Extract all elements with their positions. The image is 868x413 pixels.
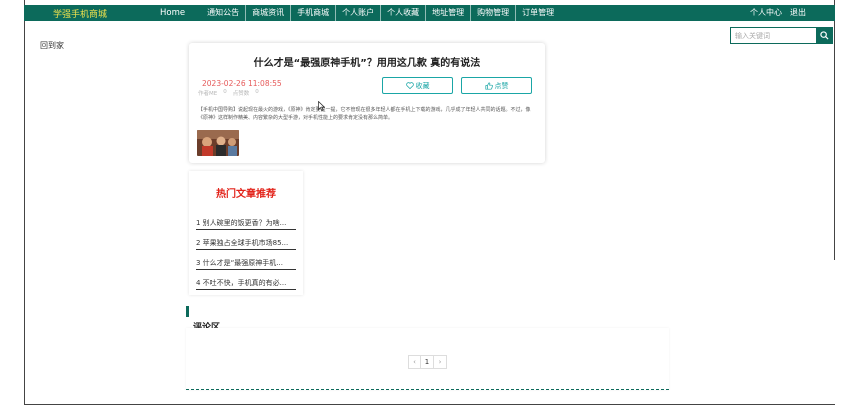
frame-bottom-line <box>24 404 835 405</box>
article-body: 【手机中国导购】说起现在最火的游戏，《原神》肯定要提一提，它不管现在很多年轻人都… <box>198 107 531 121</box>
article-like-label: 点赞数 <box>232 91 250 97</box>
article-meta: 作者ME 0 点赞数 0 <box>198 89 259 97</box>
like-label: 点赞 <box>494 81 509 90</box>
search-box <box>730 27 833 44</box>
user-links: 个人中心 退出 <box>746 5 810 21</box>
hot-articles-list: 1 别人碗里的饭更香？为啥... 2 苹果独占全球手机市场85... 3 什么才… <box>196 217 296 297</box>
mouse-cursor-icon <box>318 101 325 111</box>
main-nav: Home 通知公告 商城资讯 手机商城 个人账户 个人收藏 地址管理 购物管理 … <box>160 5 560 21</box>
favorite-label: 收藏 <box>415 81 430 90</box>
comment-section-marker <box>186 306 189 317</box>
logout-link[interactable]: 退出 <box>786 5 810 21</box>
thumbs-up-icon <box>484 81 493 90</box>
top-navigation-bar: 学强手机商城 Home 通知公告 商城资讯 手机商城 个人账户 个人收藏 地址管… <box>24 5 835 21</box>
nav-favorites[interactable]: 个人收藏 <box>380 5 425 21</box>
article-thumbnail[interactable] <box>197 130 239 156</box>
hot-article-item[interactable]: 1 别人碗里的饭更香？为啥... <box>196 217 296 230</box>
pager-page-1[interactable]: 1 <box>421 355 434 369</box>
search-icon <box>820 31 829 40</box>
favorite-button[interactable]: 收藏 <box>382 77 453 94</box>
hot-article-item[interactable]: 3 什么才是“最强原神手机... <box>196 257 296 270</box>
comment-pagination: ‹ 1 › <box>408 355 447 369</box>
search-button[interactable] <box>816 27 833 44</box>
article-author: 作者ME <box>198 91 218 97</box>
hot-article-item[interactable]: 2 苹果独占全球手机市场85... <box>196 237 296 250</box>
nav-phone-store[interactable]: 手机商城 <box>290 5 335 21</box>
nav-orders[interactable]: 订单管理 <box>515 5 560 21</box>
article-like-count: 0 <box>255 89 259 95</box>
nav-shopping[interactable]: 购物管理 <box>470 5 515 21</box>
site-brand[interactable]: 学强手机商城 <box>53 7 150 20</box>
article-favorite-count: 0 <box>223 89 227 95</box>
nav-news[interactable]: 商城资讯 <box>245 5 290 21</box>
hot-articles-panel: 热门文章推荐 1 别人碗里的饭更香？为啥... 2 苹果独占全球手机市场85..… <box>189 171 303 295</box>
article-title: 什么才是“最强原神手机”？用用这几款 真的有说法 <box>253 58 481 69</box>
search-input[interactable] <box>730 27 816 44</box>
hot-article-item[interactable]: 4 不吐不快，手机真的有必... <box>196 277 296 290</box>
nav-notices[interactable]: 通知公告 <box>201 5 245 21</box>
article-card: 什么才是“最强原神手机”？用用这几款 真的有说法 2023-02-26 11:0… <box>189 43 545 163</box>
nav-address[interactable]: 地址管理 <box>425 5 470 21</box>
back-home-link[interactable]: 回到家 <box>40 40 64 51</box>
pager-prev-button[interactable]: ‹ <box>408 355 421 369</box>
heart-icon <box>405 82 414 89</box>
frame-right-line <box>834 0 835 260</box>
hot-articles-title: 热门文章推荐 <box>216 189 276 200</box>
user-center-link[interactable]: 个人中心 <box>746 5 786 21</box>
nav-account[interactable]: 个人账户 <box>335 5 380 21</box>
like-button[interactable]: 点赞 <box>461 77 532 94</box>
frame-left-line <box>24 0 25 405</box>
pager-next-button[interactable]: › <box>434 355 447 369</box>
article-date: 2023-02-26 11:08:55 <box>202 79 282 88</box>
nav-home[interactable]: Home <box>160 5 191 21</box>
